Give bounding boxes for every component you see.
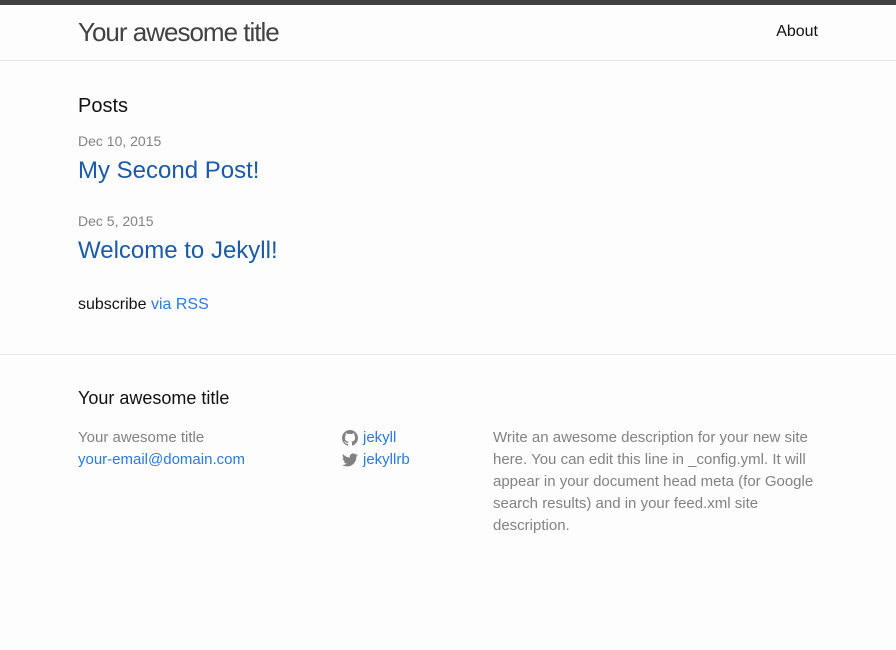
footer-col-description: Write an awesome description for your ne… xyxy=(493,427,818,537)
twitter-link[interactable]: jekyllrb xyxy=(363,449,410,471)
site-header: Your awesome title About xyxy=(0,0,896,61)
content-wrapper: Posts Dec 10, 2015 My Second Post! Dec 5… xyxy=(78,92,818,317)
footer-wrapper: Your awesome title Your awesome title yo… xyxy=(78,385,818,537)
github-icon xyxy=(342,430,358,446)
contact-list: Your awesome title your-email@domain.com xyxy=(78,427,342,471)
footer-email-item: your-email@domain.com xyxy=(78,449,342,471)
social-item-github: jekyll xyxy=(342,427,493,449)
email-link[interactable]: your-email@domain.com xyxy=(78,451,245,468)
social-list: jekyll jekyllrb xyxy=(342,427,493,471)
github-link[interactable]: jekyll xyxy=(363,427,396,449)
post-title: Welcome to Jekyll! xyxy=(78,235,818,267)
rss-subscribe: subscribe via RSS xyxy=(78,293,818,317)
rss-prefix: subscribe xyxy=(78,296,147,313)
site-nav: About xyxy=(776,20,818,44)
post-date: Dec 5, 2015 xyxy=(78,213,154,229)
twitter-icon xyxy=(342,452,358,468)
footer-col-social: jekyll jekyllrb xyxy=(342,427,493,537)
nav-link-about[interactable]: About xyxy=(776,23,818,40)
page-content: Posts Dec 10, 2015 My Second Post! Dec 5… xyxy=(0,61,896,354)
site-title-link[interactable]: Your awesome title xyxy=(78,15,280,49)
post-list: Dec 10, 2015 My Second Post! Dec 5, 2015… xyxy=(78,131,818,267)
footer-columns: Your awesome title your-email@domain.com… xyxy=(78,427,818,537)
footer-heading: Your awesome title xyxy=(78,388,230,408)
post-item: Dec 10, 2015 My Second Post! xyxy=(78,131,818,187)
post-link[interactable]: My Second Post! xyxy=(78,157,259,184)
footer-col-contact: Your awesome title your-email@domain.com xyxy=(78,427,342,537)
post-link[interactable]: Welcome to Jekyll! xyxy=(78,237,278,264)
page-heading: Posts xyxy=(78,95,129,117)
post-date: Dec 10, 2015 xyxy=(78,133,162,149)
site-footer: Your awesome title Your awesome title yo… xyxy=(0,354,896,619)
post-item: Dec 5, 2015 Welcome to Jekyll! xyxy=(78,211,818,267)
site-description: Write an awesome description for your ne… xyxy=(493,429,814,534)
social-item-twitter: jekyllrb xyxy=(342,449,493,471)
footer-site-name: Your awesome title xyxy=(78,429,205,446)
rss-link[interactable]: via RSS xyxy=(151,296,209,313)
post-title: My Second Post! xyxy=(78,155,818,187)
